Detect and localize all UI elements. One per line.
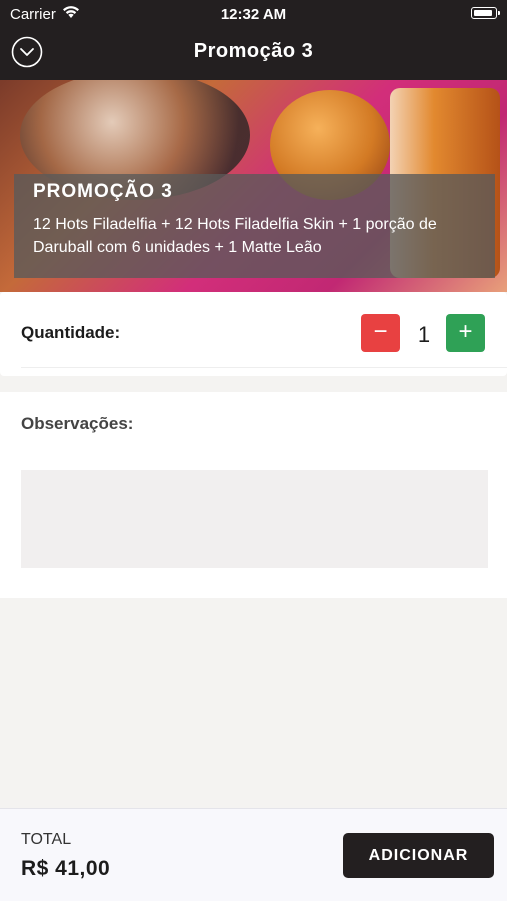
- product-description: 12 Hots Filadelfia + 12 Hots Filadelfia …: [33, 216, 437, 256]
- quantity-value: 1: [417, 322, 431, 347]
- product-image: PROMOÇÃO 3 12 Hots Filadelfia + 12 Hots …: [0, 80, 507, 292]
- status-time: 12:32 AM: [220, 6, 287, 23]
- battery-fill: [474, 10, 492, 16]
- product-name: PROMOÇÃO 3: [33, 181, 173, 202]
- page-title: Promoção 3: [193, 40, 314, 62]
- increase-quantity-button[interactable]: +: [446, 314, 485, 352]
- footer-bar: TOTAL R$ 41,00 ADICIONAR: [0, 808, 507, 901]
- observations-input[interactable]: [21, 470, 488, 568]
- quantity-card: Quantidade: − 1 +: [0, 292, 507, 376]
- quantity-label: Quantidade:: [21, 323, 121, 342]
- decrease-quantity-button[interactable]: −: [361, 314, 400, 352]
- observations-label: Observações:: [21, 414, 134, 433]
- battery-icon: [471, 7, 500, 19]
- divider: [21, 367, 507, 368]
- top-bar: Carrier 12:32 AM Promoção 3: [0, 0, 507, 80]
- total-value: R$ 41,00: [21, 857, 111, 880]
- observations-card: Observações:: [0, 392, 507, 598]
- status-bar: Carrier 12:32 AM: [0, 0, 507, 28]
- total-label: TOTAL: [21, 831, 72, 848]
- add-button[interactable]: ADICIONAR: [343, 833, 494, 878]
